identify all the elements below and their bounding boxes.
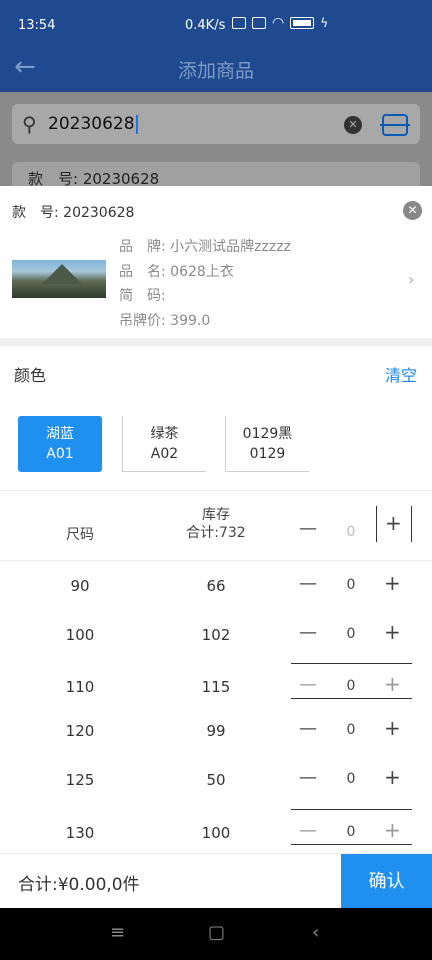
qty-input[interactable]: 0	[340, 577, 362, 593]
table-row: 110 115 — 0 +	[0, 663, 432, 711]
menu-icon[interactable]: ≡	[110, 922, 125, 943]
search-area-overlay: ⚲ 20230628 ✕ 款 号: 20230628	[0, 92, 432, 192]
battery-icon	[290, 17, 315, 29]
stock-total: 合计:732	[186, 525, 246, 541]
home-icon[interactable]: ▢	[208, 922, 225, 943]
plus-icon: +	[385, 511, 402, 535]
color-chip-code: A01	[46, 446, 74, 462]
row-stock: 66	[206, 577, 226, 595]
row-size: 120	[65, 722, 95, 740]
plus-button[interactable]: +	[384, 620, 401, 644]
stock-header-label: 库存	[202, 507, 230, 523]
brand-text: 品 牌: 小六测试品牌zzzzz	[119, 239, 291, 255]
clear-colors-button[interactable]: 清空	[385, 362, 417, 386]
qty-input[interactable]: 0	[340, 722, 362, 738]
plus-button[interactable]: +	[384, 672, 401, 696]
status-bar: 13:54 0.4K/s ◠ ϟ	[0, 0, 432, 48]
color-chip-hulan[interactable]: 湖蓝 A01	[18, 416, 102, 472]
plus-button[interactable]: +	[384, 818, 401, 842]
row-size: 110	[65, 678, 95, 696]
status-time: 13:54	[18, 18, 56, 33]
chevron-right-icon[interactable]: ›	[408, 270, 414, 289]
minus-button[interactable]: —	[299, 767, 317, 788]
qty-input[interactable]: 0	[340, 771, 362, 787]
charging-icon: ϟ	[320, 16, 329, 30]
name-text: 品 名: 0628上衣	[119, 263, 234, 280]
network-speed: 0.4K/s	[185, 18, 226, 33]
section-divider	[0, 338, 432, 346]
color-chip-lvcha[interactable]: 绿茶 A02	[122, 416, 206, 472]
qty-input[interactable]: 0	[340, 678, 362, 694]
plus-all-button[interactable]: +	[376, 506, 412, 542]
table-row: 90 66 — 0 +	[0, 562, 432, 610]
product-info[interactable]: 品 牌: 小六测试品牌zzzzz 品 名: 0628上衣 简 码: 吊牌价: 3…	[119, 235, 291, 333]
short-code-text: 简 码:	[119, 288, 166, 304]
wifi-icon: ◠	[272, 15, 285, 31]
row-stock: 100	[201, 824, 231, 842]
minus-button[interactable]: —	[299, 820, 317, 841]
qty-input[interactable]: 0	[340, 626, 362, 642]
color-chip-code: A02	[150, 446, 179, 462]
plus-button[interactable]: +	[384, 765, 401, 789]
stepper-border	[291, 809, 412, 810]
color-label: 颜色	[14, 366, 47, 385]
size-header: 尺码	[66, 527, 94, 543]
divider	[0, 560, 432, 561]
row-size: 100	[65, 626, 95, 644]
back-icon[interactable]: ‹	[312, 922, 319, 943]
color-chip-name: 绿茶	[150, 426, 179, 442]
close-icon[interactable]: ✕	[403, 201, 422, 220]
divider	[0, 490, 432, 491]
tag-price-text: 吊牌价: 399.0	[119, 312, 211, 329]
minus-all-button[interactable]: —	[299, 518, 317, 539]
sim-icon	[252, 17, 266, 29]
minus-button[interactable]: —	[299, 674, 317, 695]
table-row: 125 50 — 0 +	[0, 756, 432, 804]
search-icon: ⚲	[22, 112, 37, 136]
color-chip-code: 0129	[249, 446, 286, 462]
plus-button[interactable]: +	[384, 716, 401, 740]
clear-icon[interactable]: ✕	[344, 116, 362, 134]
table-header: 尺码 库存 合计:732 — 0 +	[0, 506, 432, 560]
row-size: 130	[65, 824, 95, 842]
stepper-border	[291, 663, 412, 664]
confirm-button[interactable]: 确认	[341, 854, 432, 909]
row-stock: 115	[201, 678, 231, 696]
table-row: 130 100 — 0 +	[0, 809, 432, 857]
table-row: 100 102 — 0 +	[0, 611, 432, 659]
row-stock: 99	[206, 722, 226, 740]
stepper-border	[291, 698, 412, 699]
qty-input[interactable]: 0	[340, 824, 362, 840]
footer-bar: 合计:¥0.00,0件 确认	[0, 853, 432, 909]
search-input[interactable]: ⚲ 20230628 ✕	[12, 104, 420, 144]
stepper-border	[291, 844, 412, 845]
status-icons: ◠ ϟ	[232, 15, 328, 31]
scan-icon[interactable]	[380, 114, 410, 136]
minus-button[interactable]: —	[299, 573, 317, 594]
app-bar: ← 添加商品	[0, 48, 432, 92]
notification-off-icon	[232, 17, 246, 29]
search-value: 20230628	[48, 114, 138, 134]
total-summary: 合计:¥0.00,0件	[18, 875, 140, 895]
color-chip-0129[interactable]: 0129黑 0129	[225, 416, 309, 472]
page-title: 添加商品	[177, 60, 254, 82]
minus-button[interactable]: —	[299, 718, 317, 739]
style-number: 款 号: 20230628	[12, 205, 135, 221]
row-stock: 50	[206, 771, 226, 789]
row-stock: 102	[201, 626, 231, 644]
plus-button[interactable]: +	[384, 571, 401, 595]
stock-header: 库存 合计:732	[166, 506, 266, 542]
color-chip-name: 湖蓝	[46, 426, 74, 442]
row-size: 90	[70, 577, 90, 595]
product-thumbnail[interactable]	[12, 260, 106, 298]
table-row: 120 99 — 0 +	[0, 707, 432, 755]
minus-button[interactable]: —	[299, 622, 317, 643]
row-size: 125	[65, 771, 95, 789]
product-sheet: 款 号: 20230628 ✕ 品 牌: 小六测试品牌zzzzz 品 名: 06…	[0, 186, 432, 908]
system-nav-bar: ≡ ▢ ‹	[0, 908, 432, 960]
header-qty[interactable]: 0	[340, 524, 362, 540]
color-chip-name: 0129黑	[242, 426, 293, 442]
